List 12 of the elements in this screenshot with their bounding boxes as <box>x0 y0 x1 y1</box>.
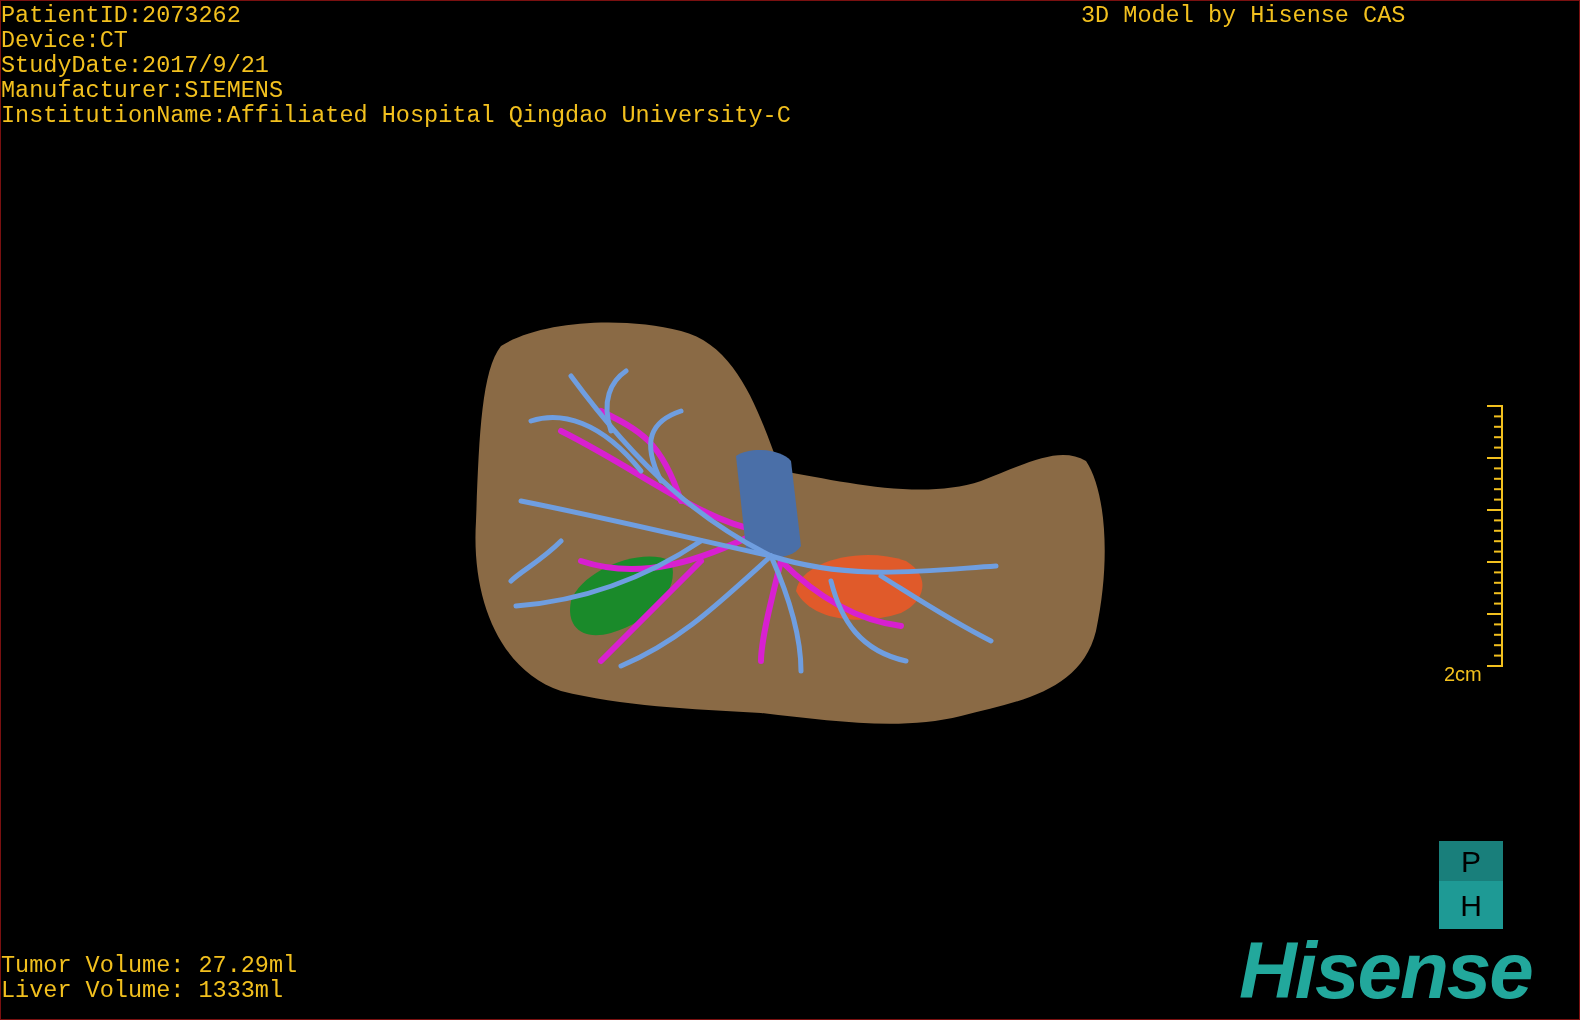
badge-letter: H <box>1459 887 1483 924</box>
scale-bar-label: 2cm <box>1444 663 1482 685</box>
patient-info-line: PatientID:2073262 <box>1 3 242 28</box>
patient-info-line: InstitutionName:Affiliated Hospital Qingdao University-C <box>1 103 791 128</box>
patient-info-line: Manufacturer:SIEMENS <box>1 78 285 103</box>
volume-reading: Liver Volume: 1333ml <box>1 978 285 1003</box>
volume-reading: Tumor Volume: 27.29ml <box>1 953 298 978</box>
model-title: 3D Model by Hisense CAS <box>1081 3 1406 28</box>
brand-logo: Hisense <box>1239 931 1532 1011</box>
patient-info-line: StudyDate:2017/9/21 <box>1 53 270 78</box>
badge-letter: P <box>1439 841 1503 881</box>
patient-info-line: Device:CT <box>1 28 129 53</box>
